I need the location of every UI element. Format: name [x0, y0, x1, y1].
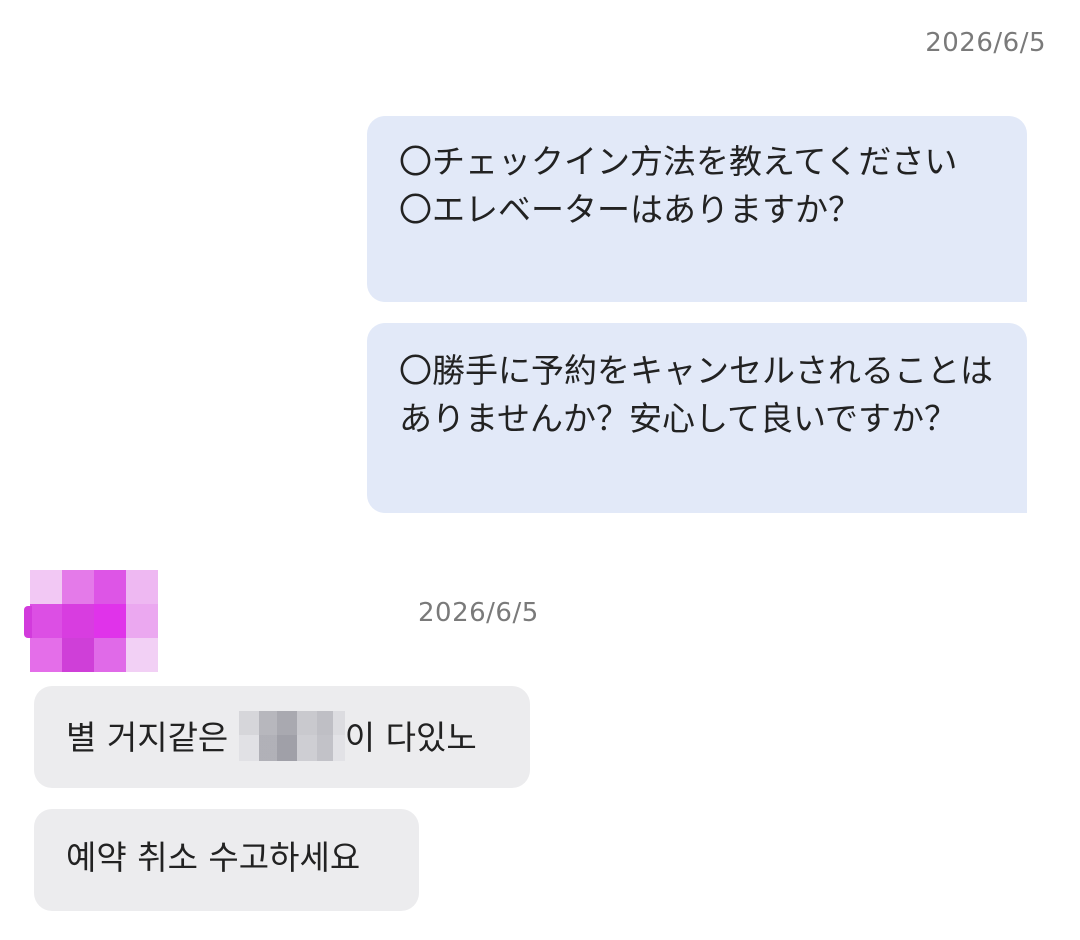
- sent-message-bubble[interactable]: 〇チェックイン方法を教えてください 〇エレベーターはありますか？: [367, 116, 1027, 302]
- received-message-bubble[interactable]: 별 거지같은 이 다있노: [34, 686, 530, 788]
- pixelated-avatar-icon[interactable]: [24, 570, 158, 678]
- sent-timestamp: 2026/6/5: [925, 28, 1046, 58]
- sent-message-bubble[interactable]: 〇勝手に予約をキャンセルされることはありませんか？安心して良いですか？: [367, 323, 1027, 513]
- censored-text-mosaic: [238, 711, 345, 761]
- message-text: 별 거지같은: [66, 718, 239, 757]
- received-timestamp: 2026/6/5: [418, 598, 539, 628]
- message-text: 이 다있노: [344, 718, 477, 757]
- received-message-bubble[interactable]: 예약 취소 수고하세요: [34, 809, 419, 911]
